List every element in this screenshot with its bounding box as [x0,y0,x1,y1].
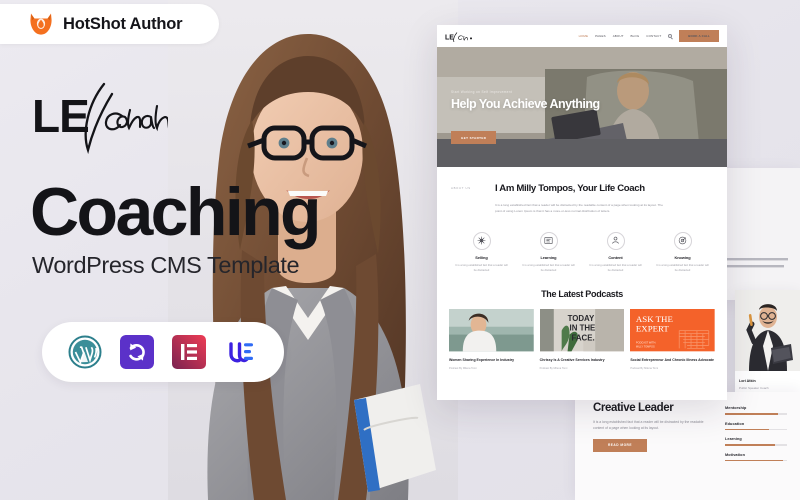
speaker-role: Public Speaker Coach [739,386,769,390]
skill-track [725,413,787,415]
preview-hero: Start Working on Self Improvement Help Y… [437,47,727,167]
preview-nav-links: HOME PAGES ABOUT BLOG CONTACT BOOK A CAL… [579,30,719,42]
speaker-photo [735,290,800,371]
creative-leader-section: Creative Leader It is a long established… [575,392,800,500]
speaker-name: Lori Atkin [739,379,756,383]
skill-label: Mentorship [725,406,747,410]
feature-title: Content [608,254,623,260]
skill-track [725,444,787,446]
svg-text:LE: LE [445,34,454,41]
read-more-button[interactable]: READ MORE [593,438,647,452]
podcasts-grid: Women Sharing Experience In Industry Pod… [449,309,715,370]
elementor-icon [172,335,206,369]
promo-panel: HotShot Author LE Coaching WordPress CMS… [0,0,458,500]
feature-card-knowing[interactable]: Knowing It is a long established fact th… [650,231,715,274]
skill-row: Mentorship [725,406,787,415]
nav-link-pages[interactable]: PAGES [595,34,606,38]
feature-card-selling[interactable]: Selling It is a long established fact th… [449,231,514,274]
skill-fill [725,413,779,415]
tech-badges-pill [42,322,284,382]
podcast-title: Chrissy Is A Creative Services Industry [539,358,605,363]
preview-logo[interactable]: LE [445,31,475,42]
nav-link-about[interactable]: ABOUT [613,34,624,38]
hotshot-author-badge: HotShot Author [0,4,219,44]
skill-row: Motivation [725,453,787,462]
nav-link-home[interactable]: HOME [579,34,588,38]
hero-eyebrow: Start Working on Self Improvement [451,90,513,94]
svg-text:LE: LE [32,90,89,142]
fox-flame-icon [30,13,52,35]
creative-leader-body: It is a long established fact that a rea… [593,420,704,431]
learning-icon [539,231,558,250]
podcast-card[interactable]: TODAY IN THE FACE. Chrissy Is A Creative… [539,309,625,370]
unlimited-elements-icon [229,342,253,363]
hotshot-author-label: HotShot Author [63,14,183,33]
selling-icon [472,231,491,250]
feature-desc: It is a long established fact that a rea… [522,263,575,273]
podcast-meta: Podcast By Milena Tomi [630,366,658,370]
skill-label: Education [725,421,745,426]
hero-title: Help You Achieve Anything [451,97,600,111]
about-section: ABOUT US I Am Milly Tompos, Your Life Co… [437,167,727,215]
podcast-thumbnail [449,309,534,352]
skill-fill [725,444,775,446]
hero-cta-button[interactable]: GET STARTED [451,131,497,144]
svg-text:IN THE: IN THE [569,324,595,333]
skill-track [725,428,787,431]
skill-row: Education [725,422,787,431]
wordpress-icon [68,335,102,369]
coach-hero-photo [168,0,458,500]
skills-list: Mentorship Education Learning Motivation [725,406,787,468]
knowing-icon [673,231,692,250]
revolution-slider-icon [120,335,154,369]
template-preview-browser: LE HOME PAGES ABOUT BLOG CONTACT BOOK A … [437,25,727,400]
podcast-thumbnail: ASK THE EXPERT PODCAST WITH: MILLY TOMPO… [630,309,715,352]
feature-title: Knowing [674,254,691,260]
page-title: Coaching [30,174,322,250]
feature-desc: It is a long established fact that a rea… [589,263,642,273]
skill-label: Motivation [725,452,745,457]
nav-link-blog[interactable]: BLOG [631,34,640,38]
podcast-title: Women Sharing Experience In Industry [449,358,515,363]
nav-link-contact[interactable]: CONTACT [646,34,661,38]
podcast-card[interactable]: ASK THE EXPERT PODCAST WITH: MILLY TOMPO… [630,309,715,370]
skill-row: Learning [725,437,787,446]
about-body: It is a long established fact that a rea… [495,202,663,214]
feature-desc: It is a long established fact that a rea… [656,263,709,273]
podcast-thumbnail: TODAY IN THE FACE. [539,309,625,352]
svg-text:MILLY TOMPOS: MILLY TOMPOS [636,345,655,349]
podcast-meta: Podcast By Milena Tomi [539,366,568,370]
feature-desc: It is a long established fact that a rea… [455,263,508,273]
feature-title: Selling [475,254,488,260]
podcast-title: Social Entrepreneur And Chronic Illness … [630,358,714,363]
speaker-card[interactable]: Lori Atkin Public Speaker Coach [735,290,800,395]
podcasts-title: The Latest Podcasts [541,289,623,300]
preview-navbar: LE HOME PAGES ABOUT BLOG CONTACT BOOK A … [437,25,727,47]
feature-card-content[interactable]: Content It is a long established fact th… [583,231,648,274]
svg-text:EXPERT: EXPERT [636,324,669,334]
svg-text:ASK THE: ASK THE [636,314,673,324]
skill-fill [725,459,783,462]
feature-card-learning[interactable]: Learning It is a long established fact t… [516,231,581,274]
podcasts-section: The Latest Podcasts Women Sharing Experi… [437,273,727,370]
svg-text:PODCAST WITH:: PODCAST WITH: [636,341,656,345]
page-subtitle: WordPress CMS Template [32,252,300,278]
svg-text:FACE.: FACE. [571,334,594,343]
podcast-meta: Podcast By Milena Tomi [449,366,477,370]
skill-track [725,459,787,462]
search-icon[interactable] [668,34,673,38]
features-section: Selling It is a long established fact th… [437,215,727,274]
book-a-call-button[interactable]: BOOK A CALL [679,30,719,42]
content-icon [606,231,625,250]
podcast-card[interactable]: Women Sharing Experience In Industry Pod… [449,309,534,370]
about-title: I Am Milly Tompos, Your Life Coach [495,183,645,194]
skill-label: Learning [725,437,742,442]
feature-title: Learning [540,254,557,260]
skill-fill [725,428,770,431]
svg-text:TODAY: TODAY [567,314,594,323]
about-tag: ABOUT US [451,186,471,190]
